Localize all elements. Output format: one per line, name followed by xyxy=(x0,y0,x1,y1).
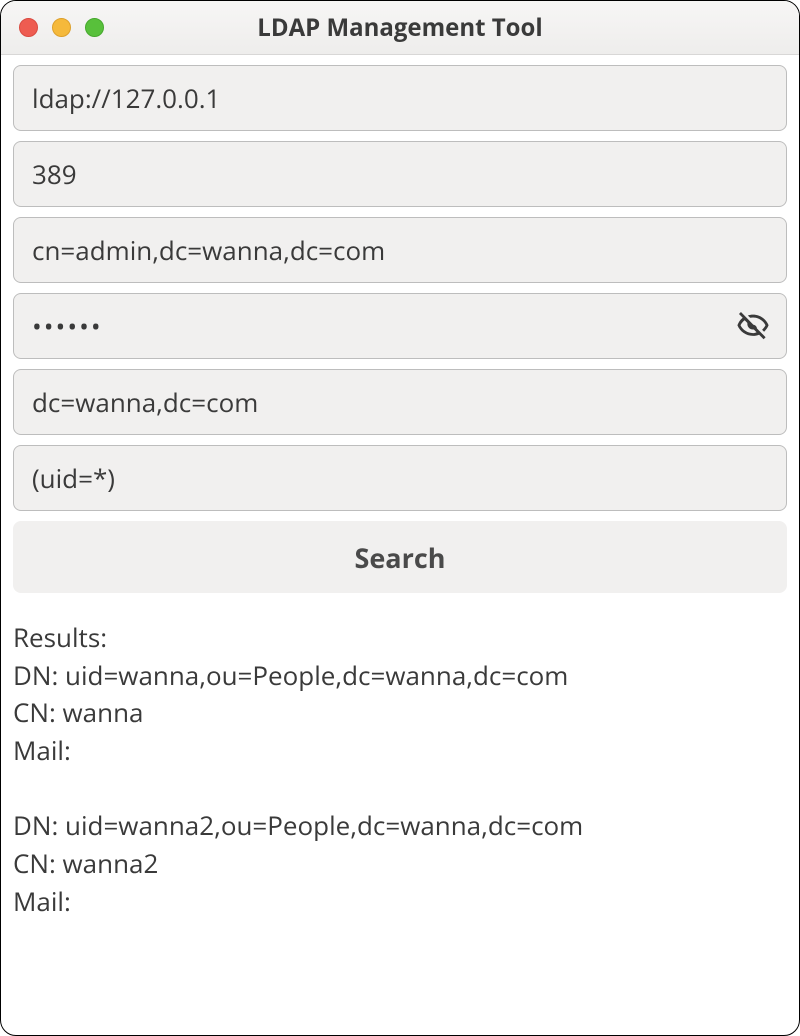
base-dn-field xyxy=(13,369,787,435)
port-field xyxy=(13,141,787,207)
toggle-password-visibility-button[interactable] xyxy=(733,306,773,346)
server-input[interactable] xyxy=(13,65,787,131)
bind-dn-field xyxy=(13,217,787,283)
base-dn-input[interactable] xyxy=(13,369,787,435)
filter-input[interactable] xyxy=(13,445,787,511)
titlebar: LDAP Management Tool xyxy=(1,1,799,55)
search-button[interactable]: Search xyxy=(13,521,787,593)
close-window-button[interactable] xyxy=(19,18,38,37)
minimize-window-button[interactable] xyxy=(52,18,71,37)
results-output: Results: DN: uid=wanna,ou=People,dc=wann… xyxy=(1,593,799,921)
eye-off-icon xyxy=(736,309,770,343)
password-input[interactable] xyxy=(13,293,787,359)
app-window: LDAP Management Tool Search Results: D xyxy=(0,0,800,1036)
filter-field xyxy=(13,445,787,511)
bind-dn-input[interactable] xyxy=(13,217,787,283)
form-area: Search xyxy=(1,55,799,593)
window-controls xyxy=(19,18,104,37)
window-title: LDAP Management Tool xyxy=(1,11,799,44)
password-field xyxy=(13,293,787,359)
server-field xyxy=(13,65,787,131)
maximize-window-button[interactable] xyxy=(85,18,104,37)
port-input[interactable] xyxy=(13,141,787,207)
